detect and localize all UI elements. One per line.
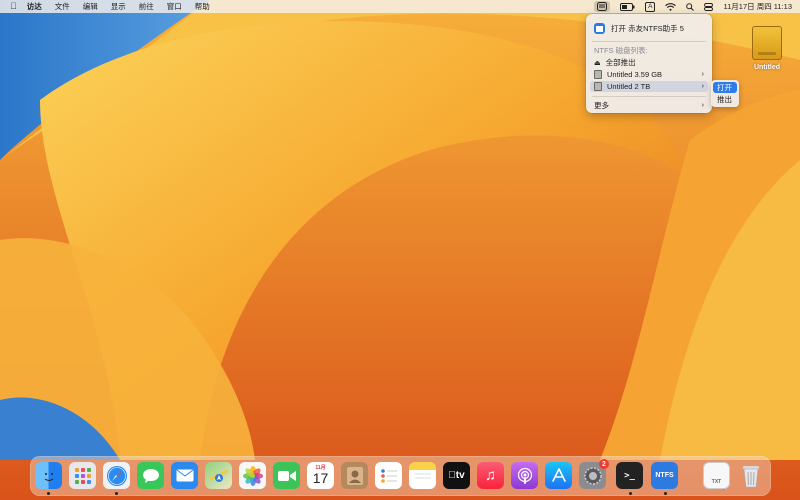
battery-icon[interactable] (620, 1, 635, 12)
desktop-drive-icon[interactable]: Untitled (747, 26, 787, 78)
terminal-prompt-icon: >_ (624, 470, 635, 481)
submenu-open-item[interactable]: 打开 (713, 82, 737, 93)
disk-submenu: 打开 推出 (711, 80, 739, 107)
running-indicator (664, 492, 667, 495)
menu-bar:  访达 文件 编辑 显示 前往 窗口 帮助 A 11月17日 周四 11:13 (0, 0, 800, 13)
chevron-right-icon: › (701, 102, 704, 109)
wifi-icon[interactable] (665, 1, 677, 12)
submenu-eject-item[interactable]: 推出 (713, 94, 737, 105)
spotlight-search-icon[interactable] (686, 1, 695, 12)
apple-icon[interactable]:  (10, 0, 17, 13)
photos-icon[interactable] (239, 462, 266, 489)
messages-icon[interactable] (137, 462, 164, 489)
apple-icon:  (448, 470, 456, 481)
menu-finder[interactable]: 访达 (27, 1, 42, 12)
eject-all-label: 全部推出 (605, 58, 636, 67)
maps-icon[interactable] (205, 462, 232, 489)
podcasts-icon[interactable] (511, 462, 538, 489)
running-indicator (115, 492, 118, 495)
open-app-label: 打开 赤友NTFS助手 5 (611, 24, 684, 33)
launchpad-icon[interactable] (69, 462, 96, 489)
txt-label: TXT (711, 479, 722, 485)
running-indicator (47, 492, 50, 495)
drive-icon (594, 82, 602, 91)
control-center-icon[interactable] (704, 1, 714, 12)
tv-label: tv (452, 470, 465, 481)
chevron-right-icon: › (701, 83, 704, 90)
dock: 11月 17 tv ♫ 2 >_ NTFS TXT (30, 456, 771, 496)
eject-icon: ⏏ (594, 59, 601, 67)
menu-file[interactable]: 文件 (55, 1, 70, 12)
system-preferences-icon[interactable]: 2 (579, 459, 609, 489)
open-ntfs-assistant-item[interactable]: 打开 赤友NTFS助手 5 (590, 21, 708, 36)
more-label: 更多 (594, 101, 609, 110)
ntfs-menu-icon[interactable] (594, 1, 611, 12)
menu-divider (592, 96, 706, 97)
txt-document-icon[interactable]: TXT (703, 462, 730, 489)
terminal-icon[interactable]: >_ (616, 462, 643, 489)
running-indicator (629, 492, 632, 495)
disk-item-1[interactable]: Untitled 3.59 GB › (590, 69, 708, 80)
trash-icon[interactable] (737, 462, 764, 489)
menu-view[interactable]: 显示 (111, 1, 126, 12)
music-note-icon: ♫ (484, 467, 497, 484)
more-item[interactable]: 更多 › (590, 100, 708, 111)
music-icon[interactable]: ♫ (477, 462, 504, 489)
menu-go[interactable]: 前往 (139, 1, 154, 12)
menu-divider (592, 41, 706, 42)
contacts-icon[interactable] (341, 462, 368, 489)
external-drive-icon (752, 26, 782, 60)
calendar-day: 17 (312, 470, 329, 486)
ntfs-dropdown-menu: 打开 赤友NTFS助手 5 NTFS 磁盘列表: ⏏ 全部推出 Untitled… (586, 14, 712, 113)
ntfs-app-icon (594, 23, 605, 34)
disk-name: Untitled (607, 70, 633, 79)
section-label: NTFS 磁盘列表: (594, 46, 648, 55)
app-store-icon[interactable] (545, 462, 572, 489)
disk-item-2[interactable]: Untitled 2 TB › (590, 81, 708, 92)
ntfs-label: NTFS (655, 472, 674, 479)
chevron-right-icon: › (701, 71, 704, 78)
disk-list-section-label: NTFS 磁盘列表: (590, 45, 708, 56)
apple-tv-icon[interactable]: tv (443, 462, 470, 489)
mail-icon[interactable] (171, 462, 198, 489)
ntfs-assistant-icon[interactable]: NTFS (651, 462, 678, 489)
reminders-icon[interactable] (375, 462, 402, 489)
disk-size: 3.59 GB (634, 70, 663, 79)
menu-help[interactable]: 帮助 (195, 1, 210, 12)
facetime-icon[interactable] (273, 462, 300, 489)
finder-icon[interactable] (35, 462, 62, 489)
eject-all-item[interactable]: ⏏ 全部推出 (590, 57, 708, 68)
desktop-icon-label: Untitled (753, 64, 781, 71)
calendar-icon[interactable]: 11月 17 (307, 462, 334, 489)
input-method-icon[interactable]: A (645, 1, 656, 12)
menu-clock[interactable]: 11月17日 周四 11:13 (723, 1, 792, 12)
notification-badge: 2 (599, 459, 609, 469)
notes-icon[interactable] (409, 462, 436, 489)
menu-window[interactable]: 窗口 (167, 1, 182, 12)
menu-edit[interactable]: 编辑 (83, 1, 98, 12)
drive-icon (594, 70, 602, 79)
disk-name: Untitled (607, 82, 633, 91)
safari-icon[interactable] (103, 462, 130, 489)
disk-size: 2 TB (634, 82, 651, 91)
